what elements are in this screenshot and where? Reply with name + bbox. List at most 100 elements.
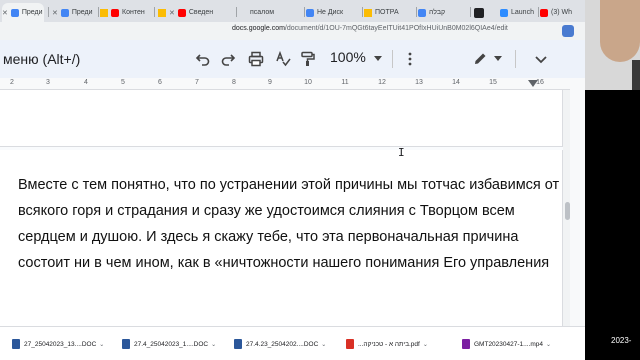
drive-icon <box>100 8 108 17</box>
docs-icon <box>10 8 19 17</box>
download-item[interactable]: 27.4.23_2504202....DOC ⌄ <box>234 327 326 360</box>
ruler-number: 15 <box>489 79 497 86</box>
browser-tab-bar: ✕ Преди ✕ Преди Контен ✕ Сведен псалом Н… <box>0 0 585 22</box>
tab-disk[interactable]: Не Диск <box>306 3 362 22</box>
document-line: сердцем и душою. И здесь я скажу тебе, ч… <box>18 229 519 245</box>
screen: ✕ Преди ✕ Преди Контен ✕ Сведен псалом Н… <box>0 0 640 360</box>
tab-label: ПОТРА <box>375 9 399 16</box>
document-line: состоит ни в чем ином, как в «ничтожност… <box>18 255 550 271</box>
chevron-down-icon[interactable]: ⌄ <box>423 341 428 348</box>
tab-whatsapp[interactable]: (3) Wh <box>540 3 585 22</box>
chevron-down-icon[interactable] <box>374 56 382 61</box>
tab-label: קבלה <box>429 9 446 16</box>
document-body[interactable]: Вместе с тем понятно, что по устранении … <box>18 172 570 276</box>
page-previous <box>0 90 563 147</box>
chevron-down-icon[interactable]: ⌄ <box>211 341 216 348</box>
docs-toolbar: меню (Alt+/) 100% <box>0 40 585 78</box>
ruler-number: 14 <box>452 79 460 86</box>
docs-icon <box>306 8 314 17</box>
url-path: /document/d/1OU-7mQGt6tayEeITUit41POfIxH… <box>284 25 508 32</box>
ruler-number: 11 <box>341 79 349 86</box>
ruler-number: 2 <box>10 79 14 86</box>
tab-docs-1[interactable]: ✕ Преди <box>2 3 44 22</box>
tab-label: Преди <box>21 9 43 16</box>
ruler-number: 8 <box>232 79 236 86</box>
text-cursor-icon: I <box>398 146 405 159</box>
paint-format-icon[interactable] <box>300 51 316 67</box>
app-icon <box>474 7 484 18</box>
tab-docs-2[interactable]: ✕ Преди <box>52 3 96 22</box>
tab-label: (3) Wh <box>551 9 572 16</box>
more-icon[interactable] <box>407 51 413 67</box>
close-tab-icon[interactable]: ✕ <box>2 9 8 17</box>
docs-icon <box>418 8 426 17</box>
webcam-person <box>600 0 640 62</box>
youtube-icon <box>540 8 548 17</box>
tab-launch[interactable]: Launch <box>500 3 538 22</box>
tab-psalom[interactable]: псалом <box>250 3 302 22</box>
word-file-icon <box>234 339 242 349</box>
ruler-number: 12 <box>378 79 386 86</box>
tab-kabbalah[interactable]: קבלה <box>418 3 468 22</box>
tab-potra[interactable]: ПОТРА <box>364 3 414 22</box>
close-tab-icon[interactable]: ✕ <box>52 9 58 17</box>
drive-icon <box>364 8 372 17</box>
spellcheck-icon[interactable] <box>275 51 291 67</box>
youtube-icon <box>177 8 186 17</box>
download-filename: ...ביתה א - טכניקה.pdf <box>358 340 420 348</box>
ruler-number: 6 <box>158 79 162 86</box>
tab-svedeniya[interactable]: ✕ Сведен <box>158 3 234 22</box>
download-filename: 27_25042023_13....DOC <box>24 340 97 348</box>
collapse-icon[interactable] <box>533 51 549 67</box>
document-line: всякого горя и страдания и сразу же удос… <box>18 203 515 219</box>
webcam-background <box>632 60 640 90</box>
url-host: docs.google.com <box>232 25 285 32</box>
extension-icon[interactable] <box>562 25 574 37</box>
pdf-file-icon <box>346 339 354 349</box>
youtube-icon <box>111 8 119 17</box>
download-item[interactable]: ...ביתה א - טכניקה.pdf ⌄ <box>346 327 428 360</box>
chevron-down-icon[interactable]: ⌄ <box>99 341 104 348</box>
ruler-number: 4 <box>84 79 88 86</box>
menu-search-field[interactable]: меню (Alt+/) <box>0 40 80 78</box>
download-item[interactable]: 27.4_25042023_1....DOC ⌄ <box>122 327 216 360</box>
download-item[interactable]: GMT20230427-1....mp4 ⌄ <box>462 327 551 360</box>
tab-app[interactable] <box>474 3 494 22</box>
tab-label: псалом <box>250 9 275 16</box>
tab-youtube-content[interactable]: Контен <box>100 3 152 22</box>
address-bar[interactable]: docs.google.com/document/d/1OU-7mQGt6tay… <box>0 22 585 40</box>
download-filename: GMT20230427-1....mp4 <box>474 340 544 348</box>
undo-icon[interactable] <box>195 51 211 67</box>
chevron-down-icon[interactable]: ⌄ <box>321 341 326 348</box>
side-panel <box>570 78 585 326</box>
document-line: Вместе с тем понятно, что по устранении … <box>18 177 560 193</box>
download-filename: 27.4_25042023_1....DOC <box>134 340 209 348</box>
chevron-down-icon[interactable]: ⌄ <box>546 341 551 348</box>
close-tab-icon[interactable]: ✕ <box>169 9 175 17</box>
word-file-icon <box>122 339 130 349</box>
tab-label: Сведен <box>188 9 214 16</box>
video-file-icon <box>462 339 470 349</box>
chevron-down-icon[interactable] <box>494 56 502 61</box>
zoom-select[interactable]: 100% <box>330 49 366 65</box>
url-text[interactable]: docs.google.com/document/d/1OU-7mQGt6tay… <box>232 25 508 32</box>
tab-label: Не Диск <box>317 9 344 16</box>
tab-label: Launch <box>511 9 534 16</box>
tab-label: Контен <box>122 9 145 16</box>
download-item[interactable]: 27_25042023_13....DOC ⌄ <box>12 327 104 360</box>
print-icon[interactable] <box>248 51 264 67</box>
right-indent-marker[interactable] <box>528 80 538 87</box>
ruler-number: 7 <box>195 79 199 86</box>
document-canvas[interactable]: I Вместе с тем понятно, что по устранени… <box>0 90 570 326</box>
ruler-number: 5 <box>121 79 125 86</box>
ruler[interactable]: 2 3 4 5 6 7 8 9 10 11 12 13 14 15 16 <box>0 78 570 90</box>
zoom-icon <box>500 8 508 17</box>
ruler-number: 10 <box>304 79 312 86</box>
ruler-number: 13 <box>415 79 423 86</box>
redo-icon[interactable] <box>220 51 236 67</box>
pen-icon[interactable] <box>472 51 488 67</box>
taskbar-date: 2023- <box>611 336 632 345</box>
word-file-icon <box>12 339 20 349</box>
download-filename: 27.4.23_2504202....DOC <box>246 340 319 348</box>
download-shelf: 27_25042023_13....DOC ⌄ 27.4_25042023_1.… <box>0 326 585 360</box>
